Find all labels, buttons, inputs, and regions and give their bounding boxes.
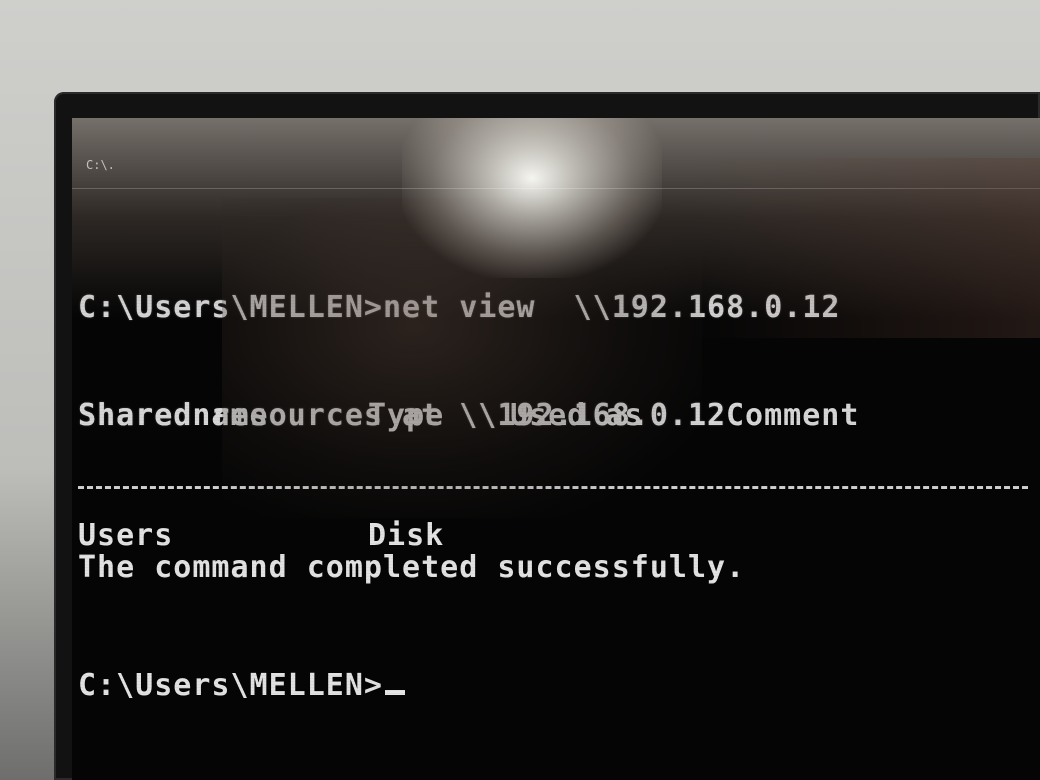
prompt-text: C:\Users\MELLEN> <box>78 668 383 703</box>
status-text: The command completed successfully. <box>78 550 746 585</box>
console-output: C:\Users\MELLEN>net view \\192.168.0.12 … <box>78 218 1038 506</box>
command-prompt[interactable]: C:\Users\MELLEN> <box>78 666 1038 706</box>
console-window[interactable]: C:\. C:\Users\MELLEN>net view \\192.168.… <box>72 118 1040 780</box>
header-type: Type <box>368 398 445 433</box>
status-message: The command completed successfully. <box>78 548 1038 588</box>
table-separator <box>78 486 1028 489</box>
table-header: Share name Type Used as Comment <box>78 396 1038 436</box>
header-comment: Comment <box>726 398 860 433</box>
header-share-name: Share name <box>78 398 269 433</box>
cmd-icon[interactable]: C:\. <box>86 152 132 178</box>
text-cursor[interactable] <box>384 690 405 695</box>
command-line: C:\Users\MELLEN>net view \\192.168.0.12 <box>78 290 841 325</box>
title-bar[interactable]: C:\. <box>72 118 1040 189</box>
header-used-as: Used as <box>510 398 644 433</box>
